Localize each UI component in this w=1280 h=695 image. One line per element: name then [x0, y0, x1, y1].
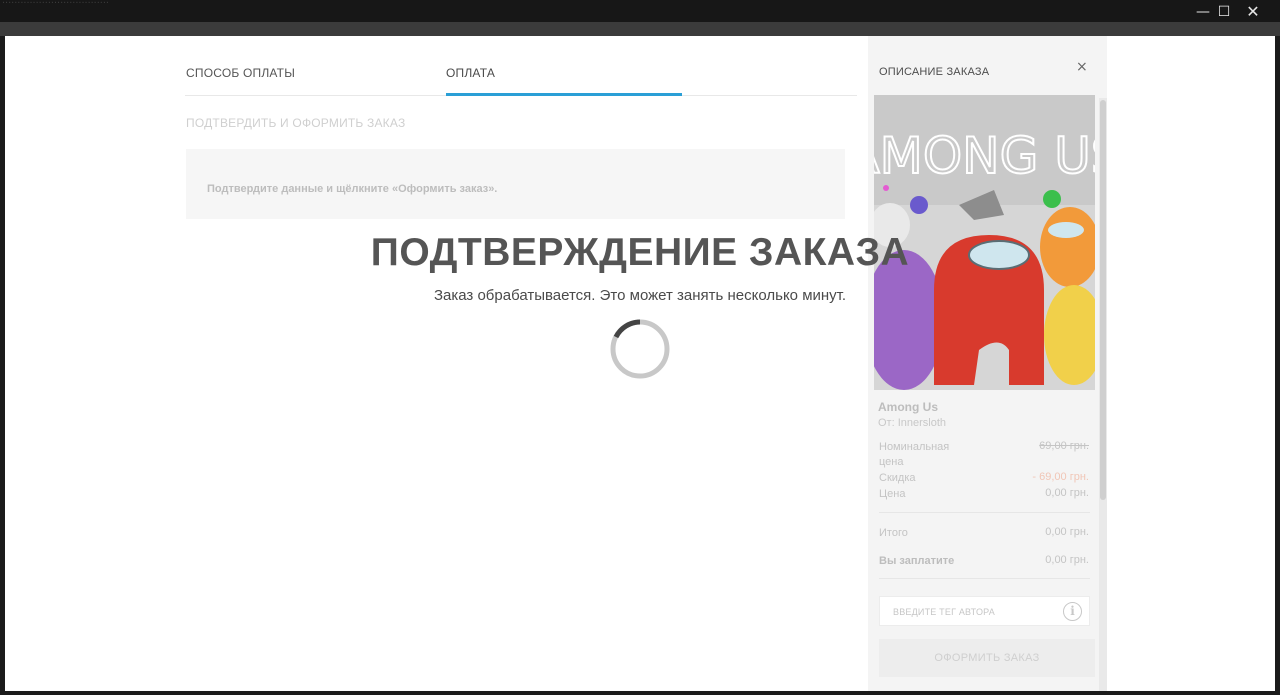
game-title: Among Us: [878, 400, 938, 414]
pay-value: 0,00 грн.: [1045, 554, 1089, 566]
confirm-info-text: Подтвердите данные и щёлкните «Оформить …: [207, 183, 498, 195]
discount-label: Скидка: [879, 472, 916, 484]
price-value: 0,00 грн.: [1045, 487, 1089, 499]
base-price-label: Номинальная цена: [879, 441, 950, 468]
game-logo-text: AMONG US: [874, 127, 1095, 185]
order-confirmation-title: ПОДТВЕРЖДЕНИЕ ЗАКАЗА: [370, 231, 910, 274]
total-label: Итого: [879, 527, 908, 539]
creator-tag-input[interactable]: ВВЕДИТЕ ТЕГ АВТОРА i: [879, 596, 1090, 626]
tab-payment-method[interactable]: СПОСОБ ОПЛАТЫ: [186, 66, 295, 80]
window-border-right: [1275, 36, 1280, 695]
info-icon[interactable]: i: [1063, 602, 1082, 621]
checkout-page: СПОСОБ ОПЛАТЫ ОПЛАТА ПОДТВЕРДИТЬ И ОФОРМ…: [5, 36, 1275, 691]
close-icon[interactable]: ×: [1076, 59, 1088, 75]
window-header-strip: [0, 22, 1280, 36]
active-tab-indicator: [446, 93, 682, 96]
creator-tag-placeholder: ВВЕДИТЕ ТЕГ АВТОРА: [893, 607, 995, 617]
confirm-info-box: Подтвердите данные и щёлкните «Оформить …: [186, 149, 845, 219]
window-title: ...................................: [2, 0, 109, 6]
minimize-button[interactable]: —: [1192, 3, 1214, 21]
window-titlebar: ................................... — ☐ …: [0, 0, 1280, 22]
discount-value: - 69,00 грн.: [1032, 471, 1089, 483]
sidebar-title: ОПИСАНИЕ ЗАКАЗА: [879, 66, 990, 78]
summary-divider: [879, 578, 1090, 579]
price-label: Цена: [879, 488, 906, 500]
order-summary-sidebar: ОПИСАНИЕ ЗАКАЗА × AMONG US Amo: [868, 36, 1107, 691]
window-border-bottom: [0, 691, 1280, 695]
place-order-button[interactable]: ОФОРМИТЬ ЗАКАЗ: [879, 639, 1095, 677]
base-price-value: 69,00 грн.: [1039, 440, 1089, 452]
close-window-button[interactable]: ✕: [1242, 3, 1264, 21]
maximize-button[interactable]: ☐: [1213, 3, 1235, 21]
loading-spinner-icon: [610, 319, 670, 379]
pay-label: Вы заплатите: [879, 555, 955, 567]
summary-divider: [879, 512, 1090, 513]
confirm-step-label: ПОДТВЕРДИТЬ И ОФОРМИТЬ ЗАКАЗ: [186, 116, 406, 130]
order-processing-text: Заказ обрабатывается. Это может занять н…: [433, 287, 847, 304]
total-value: 0,00 грн.: [1045, 526, 1089, 538]
game-publisher: От: Innersloth: [878, 417, 947, 429]
tab-payment[interactable]: ОПЛАТА: [446, 66, 495, 80]
